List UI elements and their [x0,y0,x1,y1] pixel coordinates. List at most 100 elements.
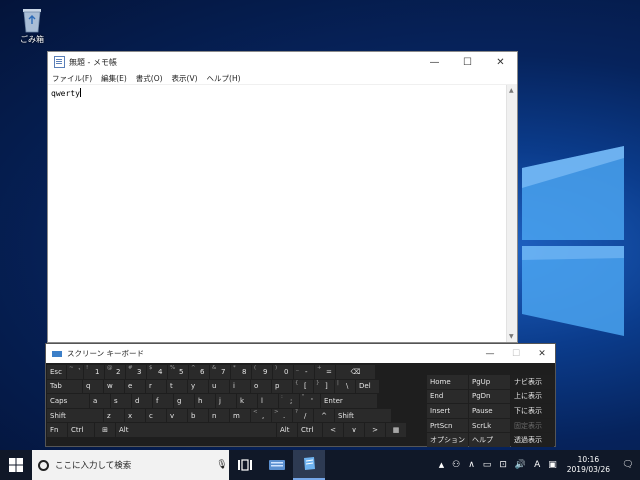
microphone-icon[interactable]: 🎙 [215,460,229,470]
osk-key[interactable]: l [258,394,278,408]
show-hidden-icons-chevron-icon[interactable]: ∧ [468,460,475,470]
osk-key[interactable]: ▦ [386,423,406,437]
osk-key[interactable]: #3 [126,365,146,379]
osk-key[interactable]: Shift [335,408,391,423]
osk-key[interactable]: " ' [300,394,320,408]
osk-key[interactable]: g [174,394,194,408]
osk-key[interactable]: ) 0 [273,365,293,379]
osk-key[interactable]: {[ [293,379,313,394]
taskbar-app-osk[interactable] [261,450,293,480]
osk-key[interactable]: Alt [116,423,276,437]
osk-key[interactable]: h [195,394,215,408]
osk-key[interactable]: }] [314,379,334,394]
osk-nav-key[interactable]: 透過表示 [511,433,554,447]
osk-key[interactable]: ⌫ [336,365,375,379]
osk-key[interactable]: < [323,423,343,437]
osk-key[interactable]: a [90,394,110,408]
osk-nav-key[interactable]: ヘルプ [469,433,510,447]
osk-key[interactable]: ~ ` [67,365,83,379]
osk-key[interactable]: Caps [47,394,89,408]
taskbar-search-box[interactable]: ここに入力して検索 🎙 [32,450,229,480]
volume-icon[interactable]: 🔊 [515,460,526,470]
up-arrow-icon[interactable]: ▲ [439,461,444,469]
osk-key[interactable]: ∨ [344,423,364,437]
battery-icon[interactable]: ▭ [483,460,492,470]
osk-key[interactable]: Esc [47,365,66,379]
osk-key[interactable]: Shift [47,408,103,423]
notepad-titlebar[interactable]: 無題 - メモ帳 — ☐ ✕ [48,52,517,72]
notepad-window[interactable]: 無題 - メモ帳 — ☐ ✕ ファイル(F) 編集(E) 書式(O) 表示(V)… [47,51,518,343]
osk-key[interactable]: r [146,379,166,394]
vertical-scrollbar[interactable]: ▲ ▼ [506,85,517,342]
osk-close-button[interactable]: ✕ [529,344,555,363]
scroll-down-icon[interactable]: ▼ [509,333,514,340]
minimize-button[interactable]: — [418,52,451,72]
osk-key[interactable]: & 7 [210,365,230,379]
osk-nav-key[interactable]: PgDn [469,389,510,404]
osk-key[interactable]: e [125,379,145,394]
osk-key[interactable]: c [146,408,166,423]
osk-nav-key[interactable]: ナビ表示 [511,375,554,389]
osk-key[interactable]: w [104,379,124,394]
osk-nav-key[interactable]: 固定表示 [511,418,554,433]
osk-nav-key[interactable]: 下に表示 [511,404,554,418]
taskbar-app-notepad[interactable] [293,450,325,480]
menu-edit[interactable]: 編集(E) [101,73,127,84]
osk-key[interactable]: k [237,394,257,408]
osk-key[interactable]: Enter [321,394,377,408]
osk-nav-key[interactable]: Insert [427,404,468,418]
osk-key[interactable]: @2 [105,365,125,379]
notepad-text-area[interactable]: qwerty [48,85,507,342]
osk-key[interactable]: z [104,408,124,423]
osk-key[interactable]: % 5 [168,365,188,379]
osk-key[interactable]: (9 [252,365,272,379]
people-icon[interactable]: ⚇ [452,460,460,470]
osk-nav-key[interactable]: Pause [469,404,510,418]
osk-key[interactable]: $4 [147,365,167,379]
osk-key[interactable]: * 8 [231,365,251,379]
menu-format[interactable]: 書式(O) [136,73,163,84]
osk-key[interactable]: ? / [293,408,313,423]
recycle-bin[interactable]: ごみ箱 [12,5,52,45]
ime-mode-indicator[interactable]: A [534,460,540,470]
osk-key[interactable]: b [188,408,208,423]
osk-nav-key[interactable]: Home [427,375,468,389]
osk-titlebar[interactable]: スクリーン キーボード — ☐ ✕ [46,344,555,363]
osk-key[interactable]: n [209,408,229,423]
osk-key[interactable]: >. [272,408,292,423]
osk-nav-key[interactable]: End [427,389,468,404]
menu-help[interactable]: ヘルプ(H) [207,73,241,84]
osk-key[interactable]: Del [356,379,379,394]
osk-key[interactable]: Tab [47,379,82,394]
osk-key[interactable]: p [272,379,292,394]
osk-key[interactable]: t [167,379,187,394]
osk-key[interactable]: Ctrl [298,423,322,437]
menu-view[interactable]: 表示(V) [172,73,198,84]
osk-key[interactable]: <, [251,408,271,423]
osk-minimize-button[interactable]: — [477,344,503,363]
osk-nav-key[interactable]: ScrLk [469,418,510,433]
osk-key[interactable]: ! 1 [84,365,104,379]
osk-key[interactable]: f [153,394,173,408]
osk-nav-key[interactable]: PgUp [469,375,510,389]
osk-key[interactable]: j [216,394,236,408]
taskbar-clock[interactable]: 10:16 2019/03/26 [567,455,610,475]
on-screen-keyboard-window[interactable]: スクリーン キーボード — ☐ ✕ Esc ~ `! 1 @2 #3 $4% 5 ^ 6 & 7 * 8(… [45,343,556,447]
task-view-button[interactable] [229,450,261,480]
osk-key[interactable]: d [132,394,152,408]
osk-nav-key[interactable]: 上に表示 [511,389,554,404]
scroll-up-icon[interactable]: ▲ [509,87,514,94]
osk-nav-key[interactable]: PrtScn [427,418,468,433]
osk-key[interactable]: y [188,379,208,394]
osk-key[interactable]: > [365,423,385,437]
osk-key[interactable]: s [111,394,131,408]
osk-key[interactable]: ^ [314,408,334,423]
osk-key[interactable]: u [209,379,229,394]
osk-key[interactable]: x [125,408,145,423]
osk-key[interactable]: _ - [294,365,314,379]
osk-key[interactable]: :; [279,394,299,408]
osk-maximize-button[interactable]: ☐ [503,344,529,363]
osk-key[interactable]: m [230,408,250,423]
start-button[interactable] [0,450,32,480]
menu-file[interactable]: ファイル(F) [52,73,92,84]
